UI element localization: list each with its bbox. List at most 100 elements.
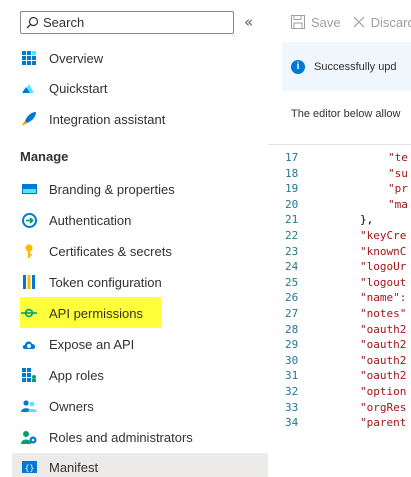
overview-grid-icon [21, 50, 37, 66]
sidebar-item-label: Token configuration [49, 274, 162, 290]
close-icon [353, 16, 365, 28]
line-number: 30 [285, 353, 299, 367]
roles-admin-icon [21, 429, 37, 445]
code-line: 29 "oauth2 [268, 338, 411, 354]
sidebar-item-token-configuration[interactable]: Token configuration [12, 268, 256, 296]
code-text: "su [388, 166, 408, 180]
manifest-editor[interactable]: 17 "te 18 "su 19 "pr 20 "ma 21}, 22 "keyCre 23 "know… [268, 144, 411, 477]
svg-text:{}: {} [24, 464, 34, 473]
line-number: 27 [285, 307, 299, 320]
rocket-icon [21, 111, 37, 127]
key-icon [21, 243, 37, 259]
search-icon [21, 12, 43, 33]
code-line: 23 "knownC [268, 245, 411, 261]
code-text: "keyCre [360, 229, 407, 242]
discard-button[interactable]: Discard [353, 15, 411, 30]
sidebar-item-certificates[interactable]: Certificates & secrets [12, 237, 256, 265]
sidebar-item-integration-assistant[interactable]: Integration assistant [12, 105, 256, 133]
line-number: 22 [285, 229, 299, 242]
code-line: 24 "logoUr [268, 260, 411, 276]
code-line: 21}, [268, 213, 411, 229]
code-line: 17 "te [268, 151, 411, 167]
editor-description: The editor below allow [291, 108, 401, 120]
owners-icon [21, 398, 37, 414]
code-text: "logout [360, 275, 407, 289]
sidebar-item-manifest[interactable]: {} Manifest [12, 453, 268, 477]
sidebar-item-label: Roles and administrators [49, 429, 193, 445]
sidebar-item-label: Branding & properties [49, 181, 175, 197]
code-text: "option [360, 385, 407, 398]
sidebar-item-label: App roles [49, 367, 104, 383]
info-icon: i [291, 59, 305, 74]
code-text: "oauth2 [360, 369, 407, 383]
main-content: Save Discard i Successfully upd The edit… [268, 0, 411, 477]
collapse-sidebar-button[interactable]: « [244, 13, 253, 31]
code-line: 27 "notes" [268, 307, 411, 323]
banner-text: Successfully upd [314, 60, 397, 73]
app-roles-grid-icon [21, 367, 37, 383]
line-number: 23 [285, 244, 299, 258]
code-line: 30 "oauth2 [268, 354, 411, 370]
code-text: "te [388, 151, 408, 164]
sidebar-item-api-permissions[interactable]: API permissions [12, 299, 256, 327]
line-number: 29 [285, 338, 299, 352]
code-text: "oauth2 [360, 322, 407, 336]
api-permissions-icon [21, 305, 37, 321]
code-text: "orgRes [360, 400, 407, 414]
line-number: 26 [285, 291, 299, 305]
line-number: 34 [285, 416, 299, 430]
sidebar-item-label: Owners [49, 398, 94, 414]
sidebar-item-overview[interactable]: Overview [12, 44, 256, 72]
code-line: 26 "name": [268, 291, 411, 307]
cloud-icon [21, 336, 37, 352]
sidebar-item-authentication[interactable]: Authentication [12, 206, 256, 234]
line-number: 18 [285, 166, 299, 180]
code-text: }, [360, 213, 374, 227]
discard-label: Discard [370, 14, 411, 30]
sidebar-item-label: Integration assistant [49, 111, 166, 127]
code-text: "ma [388, 197, 408, 211]
line-number: 31 [285, 369, 299, 383]
sidebar-item-roles-and-administrators[interactable]: Roles and administrators [12, 423, 256, 451]
token-bars-icon [21, 274, 37, 290]
sidebar-item-branding[interactable]: Branding & properties [12, 175, 256, 203]
sidebar-item-quickstart[interactable]: Quickstart [12, 74, 256, 102]
branding-icon [21, 181, 37, 197]
line-number: 17 [285, 151, 299, 164]
sidebar-item-label: Quickstart [49, 80, 108, 96]
code-text: "notes" [360, 307, 407, 320]
authentication-icon [21, 212, 37, 228]
search-box[interactable] [20, 11, 234, 34]
sidebar-item-label: Overview [49, 50, 104, 66]
save-label: Save [311, 14, 341, 30]
sidebar-item-label: Certificates & secrets [49, 243, 172, 259]
sidebar-item-app-roles[interactable]: App roles [12, 361, 256, 389]
line-number: 24 [285, 260, 299, 274]
search-input[interactable] [43, 15, 223, 30]
sidebar-item-label: API permissions [49, 305, 143, 321]
quickstart-cloud-icon [21, 80, 37, 96]
code-line: 25 "logout [268, 276, 411, 292]
sidebar-item-expose-an-api[interactable]: Expose an API [12, 330, 256, 358]
save-button[interactable]: Save [291, 15, 341, 30]
code-line: 32 "option [268, 385, 411, 401]
line-number: 21 [285, 213, 299, 227]
sidebar-item-owners[interactable]: Owners [12, 392, 256, 420]
sidebar-item-label: Manifest [49, 459, 99, 475]
sidebar-item-label: Authentication [49, 212, 132, 228]
command-bar: Save Discard [268, 0, 411, 44]
line-number: 32 [285, 385, 299, 398]
sidebar: « Overview Quickstart Integration assist… [0, 0, 268, 477]
line-number: 28 [285, 322, 299, 336]
code-line: 20 "ma [268, 198, 411, 214]
code-text: "oauth2 [360, 338, 407, 352]
line-number: 19 [285, 182, 299, 196]
line-number: 20 [285, 197, 299, 211]
save-icon [291, 15, 305, 29]
code-line: 18 "su [268, 167, 411, 183]
code-text: "knownC [360, 244, 407, 258]
sidebar-item-label: Expose an API [49, 336, 135, 352]
code-line: 28 "oauth2 [268, 323, 411, 339]
code-text: "oauth2 [360, 353, 407, 367]
code-line: 31 "oauth2 [268, 369, 411, 385]
